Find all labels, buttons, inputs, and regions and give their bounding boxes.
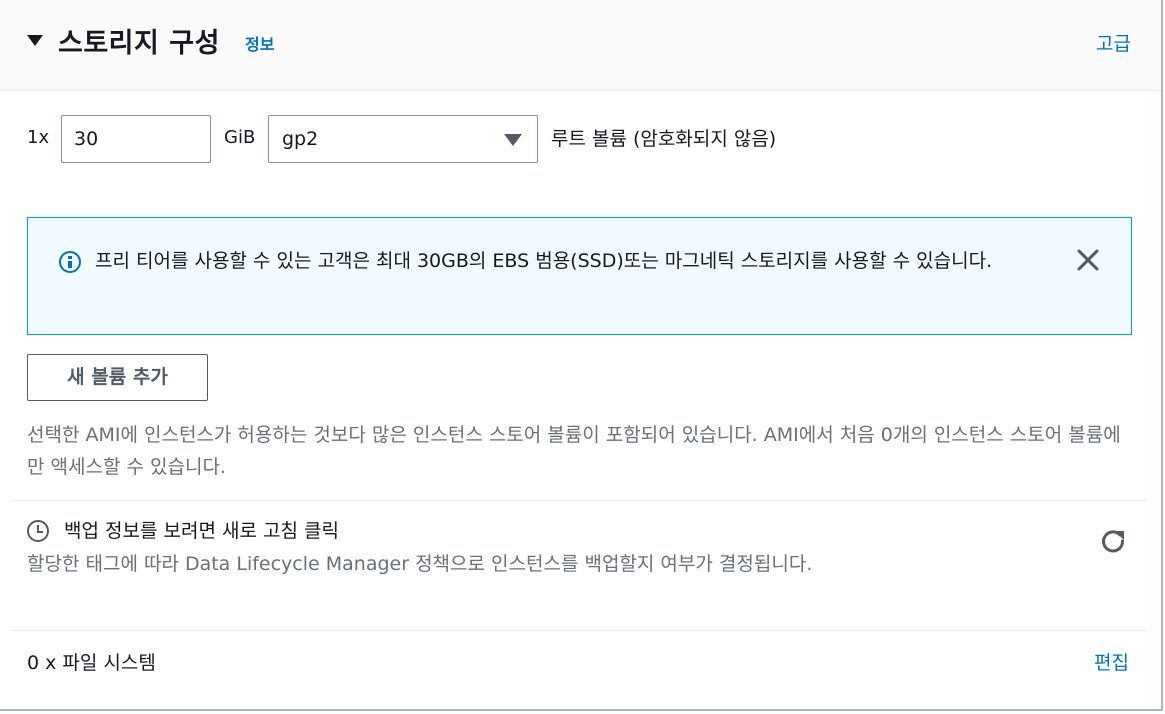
info-link[interactable]: 정보 [245, 31, 274, 55]
info-icon [59, 251, 81, 273]
volume-count: 1x [27, 127, 50, 148]
caret-down-icon [504, 134, 522, 146]
panel-header: 스토리지 구성 정보 고급 [0, 0, 1161, 91]
storage-config-panel: 스토리지 구성 정보 고급 1x GiB gp2 루트 볼륨 (암호화되지 않음… [0, 0, 1163, 711]
divider [12, 500, 1147, 501]
backup-description: 할당한 태그에 따라 Data Lifecycle Manager 정책으로 인… [27, 553, 813, 575]
free-tier-alert: 프리 티어를 사용할 수 있는 고객은 최대 30GB의 EBS 범용(SSD)… [27, 217, 1132, 335]
volume-size-unit: GiB [224, 127, 256, 148]
volume-size-input[interactable] [61, 115, 211, 163]
caret-down-icon[interactable] [27, 35, 43, 46]
volume-type-select[interactable]: gp2 [268, 115, 538, 163]
ami-instance-store-note: 선택한 AMI에 인스턴스가 허용하는 것보다 많은 인스턴스 스토어 볼륨이 … [27, 424, 1121, 478]
root-volume-description: 루트 볼륨 (암호화되지 않음) [551, 128, 777, 150]
edit-file-systems-link[interactable]: 편집 [1094, 648, 1129, 675]
close-icon[interactable] [1074, 246, 1102, 274]
file-systems-label: 0 x 파일 시스템 [27, 652, 156, 674]
panel-title: 스토리지 구성 [58, 28, 220, 59]
clock-icon [27, 520, 49, 542]
backup-info-title: 백업 정보를 보려면 새로 고침 클릭 [64, 520, 339, 542]
advanced-link[interactable]: 고급 [1096, 29, 1131, 56]
volume-type-value: gp2 [282, 128, 319, 150]
refresh-icon[interactable] [1098, 526, 1128, 556]
alert-message: 프리 티어를 사용할 수 있는 고객은 최대 30GB의 EBS 범용(SSD)… [95, 250, 993, 272]
add-volume-button[interactable]: 새 볼륨 추가 [27, 354, 208, 401]
divider [12, 630, 1147, 631]
